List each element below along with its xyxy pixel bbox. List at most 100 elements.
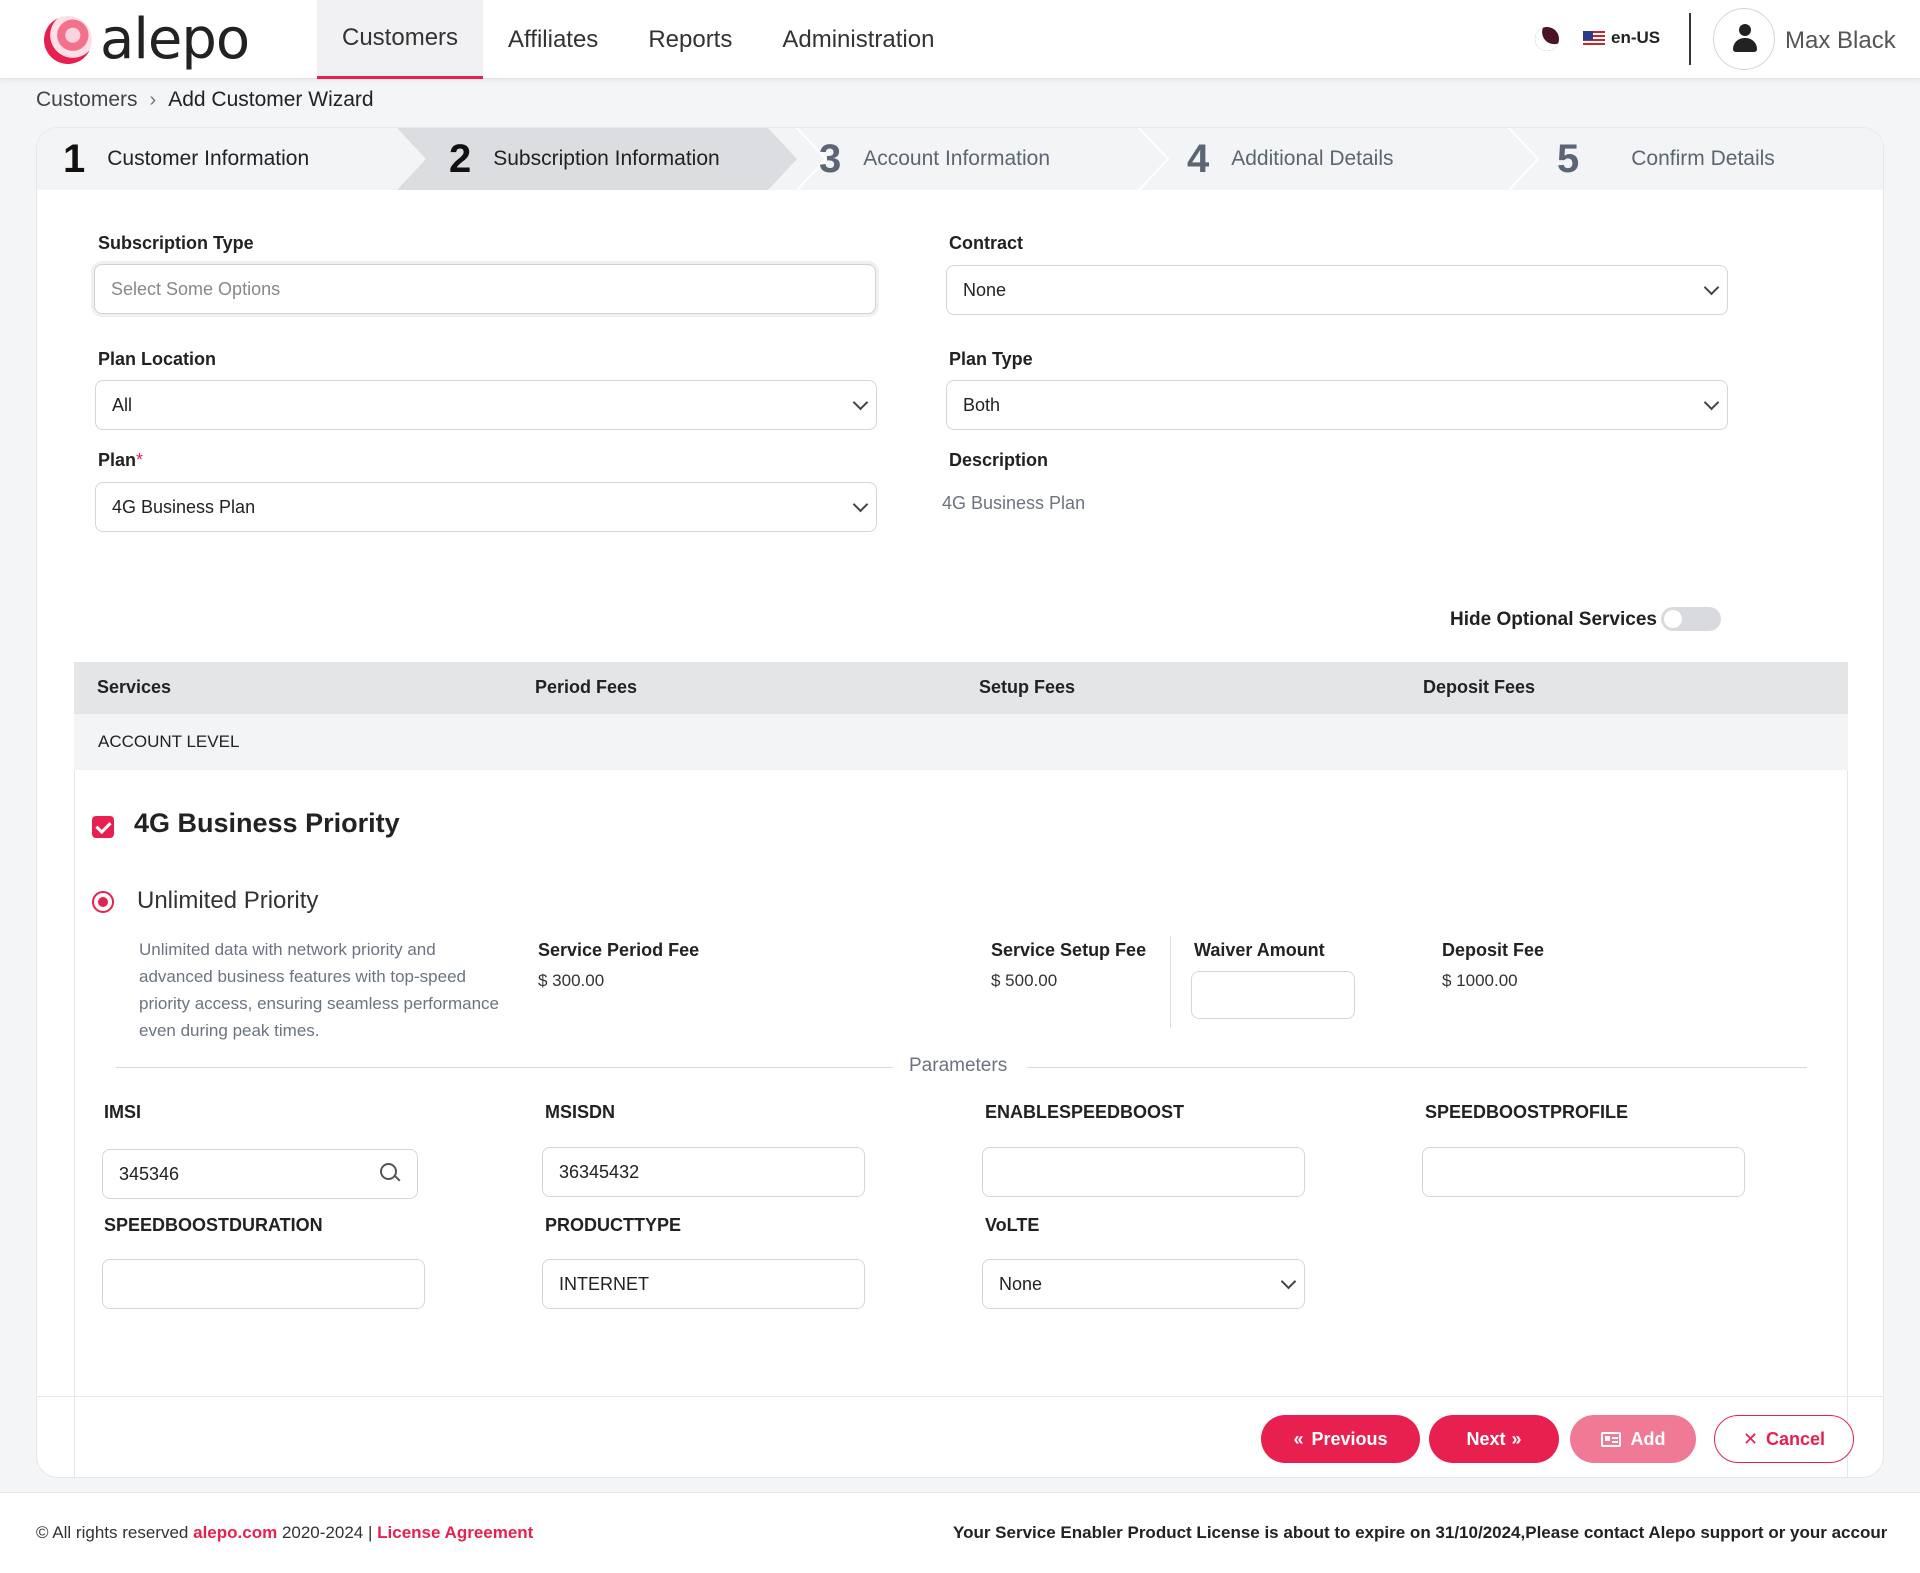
close-icon: ✕ [1742, 1428, 1759, 1449]
required-mark: * [136, 450, 144, 470]
add-label: Add [1630, 1428, 1666, 1449]
speedboostduration-input[interactable] [102, 1259, 425, 1309]
option-title: Unlimited Priority [137, 887, 319, 914]
msisdn-label: MSISDN [545, 1102, 616, 1122]
plan-location-select[interactable]: All [95, 380, 877, 430]
previous-button[interactable]: « Previous [1261, 1415, 1420, 1463]
plan-label-text: Plan [98, 450, 137, 470]
step-number: 2 [449, 136, 472, 181]
plan-type-value: Both [963, 394, 1001, 415]
cancel-button[interactable]: ✕ Cancel [1714, 1415, 1854, 1463]
hide-optional-label: Hide Optional Services [1450, 609, 1657, 630]
step-2[interactable]: 2 Subscription Information [449, 128, 720, 190]
user-avatar-icon[interactable] [1713, 8, 1775, 70]
col-services: Services [97, 677, 172, 697]
deposit-fee-value: $ 1000.00 [1442, 971, 1518, 990]
step-number: 1 [63, 136, 86, 181]
actions-divider [37, 1396, 1883, 1397]
volte-label: VoLTE [985, 1215, 1040, 1235]
imsi-input[interactable]: 345346 [102, 1149, 418, 1199]
step-5[interactable]: 5 Confirm Details [1557, 128, 1775, 190]
enablespeedboost-input[interactable] [982, 1147, 1305, 1197]
step-4[interactable]: 4 Additional Details [1187, 128, 1394, 190]
subscription-type-multiselect[interactable]: Select Some Options [94, 264, 876, 314]
chevron-down-icon [1280, 1273, 1297, 1290]
waiver-amount-label: Waiver Amount [1194, 940, 1325, 960]
cancel-label: Cancel [1766, 1428, 1826, 1449]
step-label: Additional Details [1231, 147, 1394, 170]
step-3[interactable]: 3 Account Information [819, 128, 1050, 190]
license-agreement-link[interactable]: License Agreement [377, 1523, 533, 1542]
description-label: Description [949, 450, 1049, 470]
step-number: 3 [819, 136, 842, 181]
next-label: Next [1466, 1428, 1506, 1449]
contract-label: Contract [949, 233, 1024, 253]
copyright-years: 2020-2024 [281, 1523, 364, 1542]
speedboostduration-label: SPEEDBOOSTDURATION [104, 1215, 323, 1235]
step-label: Account Information [863, 147, 1051, 170]
user-name[interactable]: Max Black [1785, 27, 1896, 55]
speedboostprofile-label: SPEEDBOOSTPROFILE [1425, 1102, 1629, 1122]
alepo-logo[interactable]: alepo [44, 7, 250, 72]
page-footer: © All rights reserved alepo.com 2020-202… [0, 1492, 1920, 1573]
producttype-input[interactable]: INTERNET [542, 1259, 865, 1309]
volte-value: None [999, 1273, 1043, 1294]
nav-customers[interactable]: Customers [317, 0, 484, 79]
nav-administration[interactable]: Administration [757, 0, 959, 79]
waiver-amount-input[interactable] [1191, 971, 1355, 1019]
msisdn-input[interactable]: 36345432 [542, 1147, 865, 1197]
step-label: Customer Information [107, 147, 310, 170]
deposit-fee-label: Deposit Fee [1442, 940, 1545, 960]
breadcrumb-customers[interactable]: Customers [36, 88, 138, 112]
license-expiry-notice: Your Service Enabler Product License is … [953, 1523, 1887, 1542]
plan-value: 4G Business Plan [112, 496, 256, 517]
nav-reports[interactable]: Reports [623, 0, 757, 79]
service-checkbox[interactable] [92, 816, 114, 838]
footer-separator: | [367, 1523, 373, 1542]
imsi-value: 345346 [119, 1163, 180, 1184]
plan-location-label: Plan Location [98, 349, 217, 369]
description-value: 4G Business Plan [942, 493, 1086, 513]
step-number: 4 [1187, 136, 1210, 181]
add-button[interactable]: Add [1570, 1415, 1696, 1463]
search-icon[interactable] [380, 1163, 400, 1183]
option-description: Unlimited data with network priority and… [139, 940, 499, 1040]
main-nav: Customers Affiliates Reports Administrat… [317, 0, 959, 79]
plan-type-label: Plan Type [949, 349, 1033, 369]
service-period-fee-value: $ 300.00 [538, 971, 605, 990]
plan-label: Plan* [98, 450, 143, 471]
alepo-logo-icon [44, 16, 92, 64]
step-1[interactable]: 1 Customer Information [63, 128, 309, 190]
nav-affiliates[interactable]: Affiliates [483, 0, 623, 79]
col-period-fees: Period Fees [535, 677, 638, 697]
col-deposit-fees: Deposit Fees [1423, 677, 1536, 697]
service-setup-fee-value: $ 500.00 [991, 971, 1058, 990]
service-title: 4G Business Priority [134, 808, 400, 838]
step-label: Subscription Information [493, 147, 720, 170]
language-selector[interactable]: en-US [1611, 28, 1660, 48]
chevron-right-icon: › [149, 88, 157, 111]
next-button[interactable]: Next » [1429, 1415, 1559, 1463]
volte-select[interactable]: None [982, 1259, 1305, 1309]
alepo-site-link[interactable]: alepo.com [193, 1523, 277, 1542]
id-card-icon [1600, 1431, 1621, 1447]
plan-type-select[interactable]: Both [946, 380, 1728, 430]
speedboostprofile-input[interactable] [1422, 1147, 1745, 1197]
service-panel [74, 770, 1848, 1477]
logo-text: alepo [100, 7, 250, 72]
parameters-label: Parameters [909, 1055, 1008, 1076]
plan-select[interactable]: 4G Business Plan [95, 482, 877, 532]
service-setup-fee-label: Service Setup Fee [991, 940, 1147, 960]
dark-mode-moon-icon[interactable] [1531, 23, 1563, 55]
breadcrumb-current: Add Customer Wizard [168, 88, 374, 111]
chevron-down-icon [1703, 279, 1720, 296]
service-period-fee-label: Service Period Fee [538, 940, 700, 960]
us-flag-icon[interactable] [1583, 31, 1605, 47]
hide-optional-toggle[interactable] [1661, 607, 1721, 631]
contract-select[interactable]: None [946, 265, 1728, 315]
chevron-down-icon [852, 496, 869, 513]
wizard-card: 1 Customer Information 2 Subscription In… [36, 127, 1884, 1478]
option-radio[interactable] [92, 891, 114, 913]
imsi-label: IMSI [104, 1102, 142, 1122]
chevron-down-icon [1703, 394, 1720, 411]
